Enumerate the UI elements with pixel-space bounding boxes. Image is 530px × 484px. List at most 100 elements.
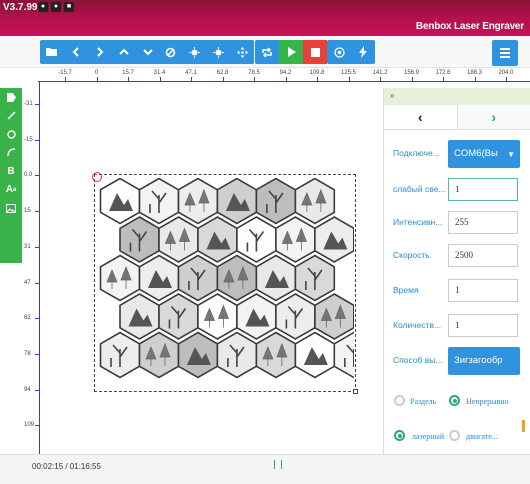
h-ruler-tick — [285, 77, 287, 81]
h-ruler-tick — [474, 77, 476, 81]
connection-select[interactable]: COM6(Вы ▼ — [448, 140, 520, 168]
app-icon-3[interactable]: ■ — [64, 2, 74, 12]
hex-tile — [119, 216, 160, 263]
h-ruler-label: 156.9 — [403, 70, 420, 76]
radio-separate[interactable] — [394, 395, 405, 406]
image-icon[interactable] — [0, 199, 22, 218]
v-ruler-tick — [35, 211, 39, 213]
h-ruler-label: 141.2 — [372, 70, 388, 76]
time-input[interactable]: 1 — [448, 279, 518, 302]
chevron-up-icon[interactable] — [112, 40, 136, 64]
app-icon-2[interactable]: ● — [51, 2, 61, 12]
h-ruler-label: 204.0 — [498, 70, 514, 76]
h-ruler-label: 0 — [94, 70, 99, 76]
speed-label: Скорость — [393, 250, 430, 260]
h-ruler-tick — [222, 77, 224, 81]
hex-tile — [255, 178, 297, 225]
work-canvas[interactable] — [40, 82, 383, 454]
h-ruler-tick — [254, 77, 255, 81]
hex-tile — [314, 293, 354, 340]
dot-icon[interactable] — [182, 40, 206, 64]
stop-icon[interactable] — [303, 40, 327, 64]
center-dot-icon[interactable] — [206, 40, 230, 64]
bold-text-icon[interactable]: B — [0, 162, 22, 181]
speed-input[interactable]: 2500 — [448, 244, 518, 267]
weak-light-row: слабый све... 1 — [384, 176, 530, 202]
time-label: Время — [393, 285, 419, 295]
panel-collapse-toggle[interactable]: » — [384, 88, 530, 105]
h-ruler-tick — [443, 77, 444, 81]
h-ruler-label: 188.3 — [466, 70, 483, 76]
hex-tile — [236, 216, 277, 263]
position-button-group — [158, 40, 254, 64]
hex-tile — [158, 293, 199, 340]
hex-tile — [236, 293, 277, 340]
intensity-input[interactable]: 255 — [448, 211, 518, 234]
lightning-icon[interactable] — [351, 40, 375, 64]
ban-icon[interactable] — [158, 40, 182, 64]
weak-light-input[interactable]: 1 — [448, 178, 518, 201]
move-icon[interactable] — [230, 40, 254, 64]
v-ruler-label: 31 — [24, 243, 31, 250]
bookmark-icon[interactable] — [0, 88, 22, 107]
circle-icon[interactable] — [0, 125, 22, 144]
hex-tile — [99, 254, 141, 302]
hex-tile — [177, 178, 219, 225]
line-icon[interactable] — [0, 107, 22, 126]
hex-tile — [216, 331, 258, 379]
status-bar: 00:02:15 / 01:16:55 — [0, 454, 530, 484]
hex-tile — [177, 331, 219, 379]
target-icon[interactable] — [327, 40, 351, 64]
intensity-row: Интенсивн... 255 — [384, 209, 530, 235]
title-bar: V3.7.99 ● ● ■ Benbox Laser Engraver — [0, 0, 530, 36]
count-input[interactable]: 1 — [448, 314, 518, 337]
mode-select[interactable]: Зигзагообр — [448, 347, 520, 375]
menu-button[interactable] — [492, 40, 518, 66]
hex-tile — [255, 254, 297, 302]
folder-open-icon[interactable] — [40, 40, 64, 64]
v-ruler-tick — [35, 139, 39, 141]
laser-button-group — [327, 40, 375, 64]
v-ruler-tick — [35, 104, 39, 105]
hex-tile — [294, 331, 336, 379]
hex-tile — [275, 293, 316, 340]
tab-prev[interactable]: ‹ — [384, 105, 458, 129]
h-ruler-tick — [128, 77, 129, 81]
play-icon[interactable] — [279, 40, 303, 64]
resize-handle[interactable] — [353, 389, 358, 394]
text-icon[interactable]: Aa — [0, 181, 22, 200]
tab-next[interactable]: › — [457, 105, 530, 129]
nav-button-group — [40, 40, 160, 64]
h-ruler-tick — [159, 77, 161, 81]
count-row: Количеств... 1 — [384, 312, 530, 338]
version-label: V3.7.99 — [3, 2, 38, 13]
scroll-indicator — [522, 420, 525, 432]
radio-motor[interactable] — [449, 430, 460, 441]
arc-icon[interactable] — [0, 144, 22, 163]
v-ruler-label: 94 — [24, 386, 31, 393]
radio-continuous[interactable] — [449, 395, 460, 406]
mode-label: Способ вы... — [393, 355, 443, 365]
radio-continuous-label: Непрерывно — [466, 397, 509, 406]
hex-tile — [197, 293, 238, 340]
caret-down-icon: ▼ — [507, 150, 515, 159]
chevron-down-icon[interactable] — [136, 40, 160, 64]
chevron-right-icon[interactable] — [88, 40, 112, 64]
radio-laser[interactable] — [394, 430, 405, 441]
radio-separate-label: Раздель — [410, 397, 437, 406]
intensity-label: Интенсивн... — [393, 217, 443, 227]
hexagon-artwork[interactable] — [98, 178, 354, 388]
repeat-icon[interactable] — [255, 40, 279, 64]
app-icon-1[interactable]: ● — [38, 2, 48, 12]
h-ruler-label: 172.6 — [435, 70, 451, 76]
hex-tile — [99, 178, 141, 225]
horizontal-ruler: -15.7 0 15.7 31.4 47.1 62.8 78.5 94.2 109.8 125.5… — [38, 68, 530, 82]
run-button-group — [255, 40, 327, 64]
v-ruler-label: -15 — [24, 136, 33, 143]
hex-tile — [197, 216, 238, 263]
chevron-left-icon[interactable] — [64, 40, 88, 64]
count-label: Количеств... — [393, 320, 442, 330]
connection-label: Подключе... — [393, 148, 440, 158]
hex-tile — [294, 254, 336, 302]
h-ruler-tick — [65, 77, 66, 81]
